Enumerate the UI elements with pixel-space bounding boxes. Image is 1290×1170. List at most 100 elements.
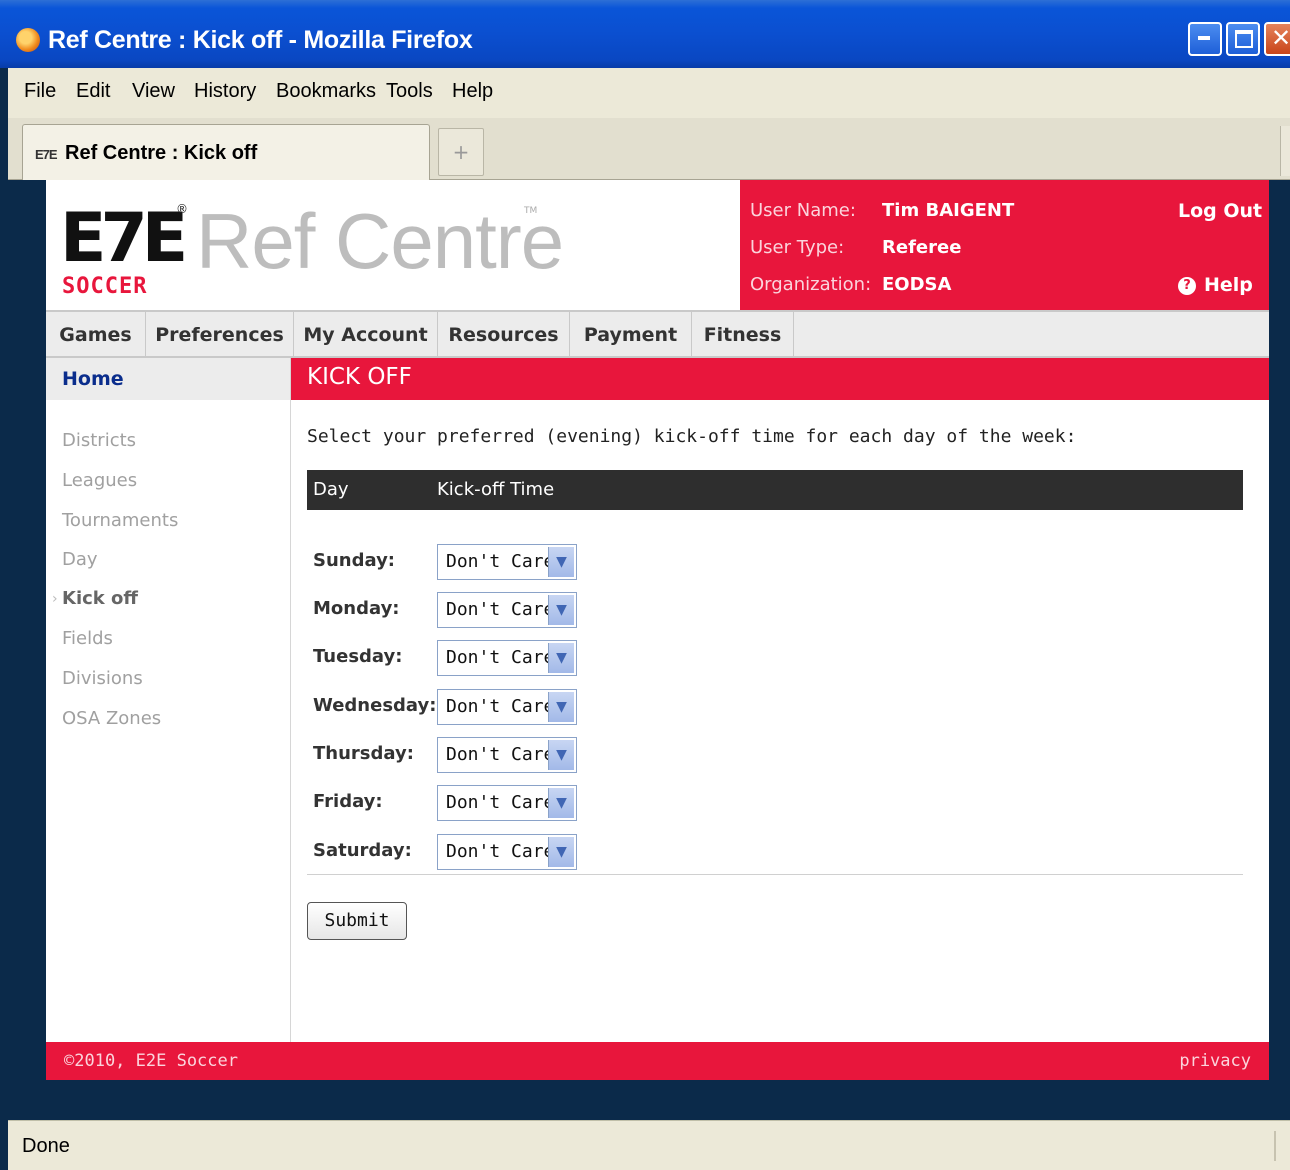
sidebar-item-districts[interactable]: Districts [62,430,136,451]
day-label: Friday: [313,791,383,812]
help-icon: ? [1178,277,1196,295]
select-value: Don't Care [446,551,555,572]
e2e-favicon-icon: E7E [35,147,58,162]
user-name-label: User Name: [750,200,856,221]
home-link[interactable]: Home [62,368,124,390]
chevron-down-icon[interactable]: ▼ [548,643,574,673]
kick-off-select-monday[interactable]: Don't Care ▼ [437,592,577,628]
menu-history[interactable]: History [194,80,256,103]
page-title: KICK OFF [307,364,412,390]
select-value: Don't Care [446,841,555,862]
maximize-icon [1235,30,1253,48]
day-label: Tuesday: [313,646,403,667]
copyright-text: ©2010, E2E Soccer [64,1051,238,1071]
nav-my-account[interactable]: My Account [294,312,438,358]
close-button[interactable]: ✕ [1264,22,1290,56]
submit-button[interactable]: Submit [307,902,407,940]
nav-games[interactable]: Games [46,312,146,358]
nav-preferences[interactable]: Preferences [146,312,294,358]
menu-bookmarks[interactable]: Bookmarks [276,80,376,103]
organization-value: EODSA [882,274,952,295]
day-label: Thursday: [313,743,414,764]
privacy-link[interactable]: privacy [1179,1051,1251,1071]
log-out-link[interactable]: Log Out [1178,200,1262,222]
day-row-friday: Friday: Don't Care ▼ [307,785,907,825]
select-value: Don't Care [446,647,555,668]
main-nav: Games Preferences My Account Resources P… [46,310,1269,358]
site-title: Ref Centre [196,197,564,285]
web-page: E7E SOCCER ® Ref Centre TM User Name: Ti… [46,180,1269,1080]
user-type-value: Referee [882,237,962,258]
tab-ref-centre[interactable]: E7E Ref Centre : Kick off [22,124,430,180]
logo-soccer-text: SOCCER [62,274,148,299]
chevron-down-icon[interactable]: ▼ [548,595,574,625]
sidebar-home[interactable]: Home [46,358,290,400]
menu-help[interactable]: Help [452,80,493,103]
sidebar-item-tournaments[interactable]: Tournaments [62,510,178,531]
e2e-soccer-logo: E7E SOCCER [60,202,188,300]
section-header: KICK OFF [291,358,1269,400]
chevron-down-icon[interactable]: ▼ [548,788,574,818]
nav-fitness[interactable]: Fitness [692,312,794,358]
day-label: Saturday: [313,840,412,861]
new-tab-button[interactable]: + [438,128,484,176]
select-value: Don't Care [446,792,555,813]
chevron-down-icon[interactable]: ▼ [548,837,574,867]
tab-scroll-button[interactable] [1280,126,1290,176]
menu-tools[interactable]: Tools [386,80,433,103]
sidebar-item-day[interactable]: Day [62,549,98,570]
sidebar-item-fields[interactable]: Fields [62,628,113,649]
kick-off-select-friday[interactable]: Don't Care ▼ [437,785,577,821]
sidebar-item-divisions[interactable]: Divisions [62,668,143,689]
minimize-button[interactable] [1188,22,1222,56]
day-row-tuesday: Tuesday: Don't Care ▼ [307,640,907,680]
sidebar: Home Districts Leagues Tournaments Day ›… [46,358,291,1042]
table-header: Day Kick-off Time [307,470,1243,510]
nav-resources[interactable]: Resources [438,312,570,358]
active-caret-icon: › [52,591,58,607]
day-label: Sunday: [313,550,396,571]
main-content: KICK OFF Select your preferred (evening)… [291,358,1269,1042]
kick-off-select-tuesday[interactable]: Don't Care ▼ [437,640,577,676]
logo-mark: E7E [60,199,188,278]
day-row-wednesday: Wednesday: Don't Care ▼ [307,689,907,729]
instructions-text: Select your preferred (evening) kick-off… [307,426,1077,447]
day-row-monday: Monday: Don't Care ▼ [307,592,907,632]
select-value: Don't Care [446,744,555,765]
sidebar-item-leagues[interactable]: Leagues [62,470,137,491]
help-link[interactable]: ? Help [1178,274,1253,296]
kick-off-select-thursday[interactable]: Don't Care ▼ [437,737,577,773]
resize-grip[interactable] [1274,1131,1276,1161]
maximize-button[interactable] [1226,22,1260,56]
day-label: Monday: [313,598,400,619]
page-footer: ©2010, E2E Soccer privacy [46,1042,1269,1080]
select-value: Don't Care [446,599,555,620]
user-name-value: Tim BAIGENT [882,200,1015,221]
window-titlebar: Ref Centre : Kick off - Mozilla Firefox … [0,0,1290,68]
day-row-saturday: Saturday: Don't Care ▼ [307,834,907,874]
tab-strip: E7E Ref Centre : Kick off + [8,118,1290,180]
kick-off-select-sunday[interactable]: Don't Care ▼ [437,544,577,580]
chevron-down-icon[interactable]: ▼ [548,547,574,577]
chevron-down-icon[interactable]: ▼ [548,692,574,722]
user-type-label: User Type: [750,237,845,258]
status-bar: Done [8,1120,1290,1170]
day-row-sunday: Sunday: Don't Care ▼ [307,544,907,584]
organization-label: Organization: [750,274,872,295]
close-icon: ✕ [1271,24,1290,52]
menu-view[interactable]: View [132,80,175,103]
menu-edit[interactable]: Edit [76,80,110,103]
tab-title: Ref Centre : Kick off [65,142,258,164]
sidebar-item-kick-off[interactable]: Kick off [62,588,138,609]
sidebar-item-osa-zones[interactable]: OSA Zones [62,708,161,729]
nav-payment[interactable]: Payment [570,312,692,358]
kick-off-select-wednesday[interactable]: Don't Care ▼ [437,689,577,725]
day-label: Wednesday: [313,695,437,716]
kick-off-select-saturday[interactable]: Don't Care ▼ [437,834,577,870]
minimize-icon [1198,36,1210,40]
chevron-down-icon[interactable]: ▼ [548,740,574,770]
menu-file[interactable]: File [24,80,56,103]
column-day: Day [313,479,349,500]
trademark-mark: TM [524,206,538,216]
registered-mark: ® [176,202,188,216]
